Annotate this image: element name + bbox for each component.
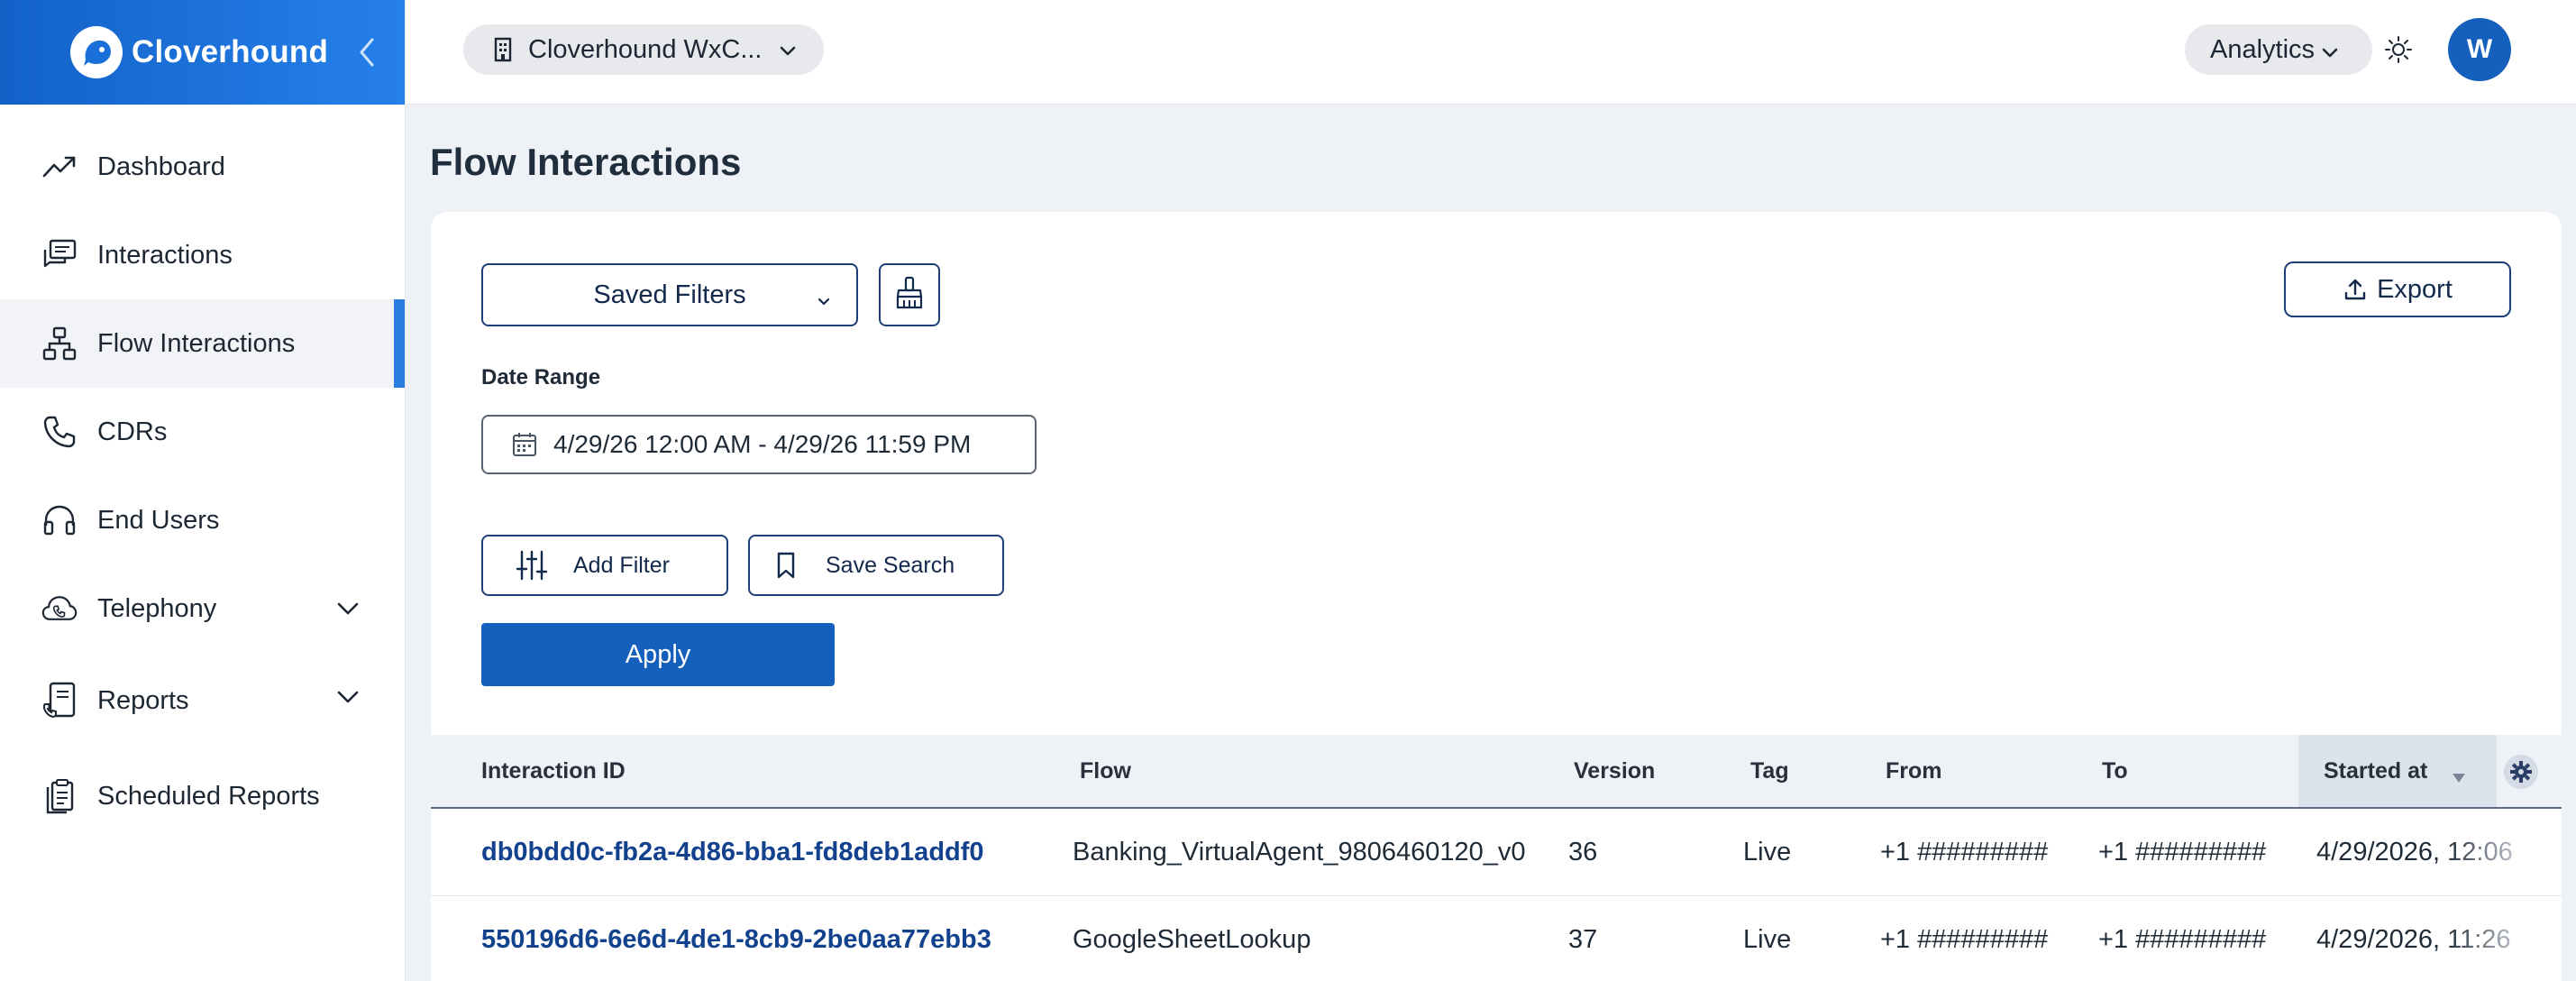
export-label: Export	[2377, 274, 2453, 304]
table-row[interactable]: db0bdd0c-fb2a-4d86-bba1-fd8deb1addf0 Ban…	[431, 809, 2562, 896]
sidebar: Cloverhound Dashboard Interactions Flow …	[0, 0, 406, 981]
column-header-to[interactable]: To	[2102, 735, 2128, 807]
phone-icon	[41, 414, 78, 450]
interaction-id-link[interactable]: 550196d6-6e6d-4de1-8cb9-2be0aa77ebb3	[481, 896, 991, 981]
started-at-cell: 4/29/2026, 12:06	[2316, 809, 2524, 895]
sliders-icon	[516, 549, 548, 582]
chevron-down-icon	[2320, 40, 2340, 60]
headset-icon	[41, 502, 78, 538]
flow-tree-icon	[41, 325, 78, 362]
organization-switcher[interactable]: Cloverhound WxC...	[463, 24, 824, 75]
sidebar-item-reports[interactable]: Reports	[0, 653, 405, 748]
to-cell: +1 #########	[2098, 837, 2267, 866]
date-range-label: Date Range	[481, 365, 601, 390]
chevron-down-icon[interactable]	[334, 683, 361, 711]
from-cell: +1 #########	[1880, 837, 2049, 866]
sort-descending-icon	[2451, 765, 2467, 783]
sidebar-item-flow-interactions[interactable]: Flow Interactions	[0, 299, 405, 388]
collapse-sidebar-icon[interactable]	[354, 36, 379, 69]
gear-icon[interactable]	[2504, 755, 2538, 789]
chevron-down-icon[interactable]	[334, 595, 361, 622]
trend-up-icon	[41, 149, 78, 185]
column-header-tag[interactable]: Tag	[1750, 735, 1789, 807]
chevron-down-icon	[777, 39, 799, 60]
saved-filters-dropdown[interactable]: Saved Filters	[481, 263, 858, 326]
sidebar-item-label: Telephony	[97, 593, 217, 623]
sidebar-item-scheduled-reports[interactable]: Scheduled Reports	[0, 748, 405, 844]
sidebar-item-telephony[interactable]: Telephony	[0, 564, 405, 653]
search-card: Saved Filters Export Date Range 4/29/26 …	[431, 212, 2562, 981]
sidebar-item-end-users[interactable]: End Users	[0, 476, 405, 564]
sidebar-item-label: End Users	[97, 505, 220, 535]
date-range-value: 4/29/26 12:00 AM - 4/29/26 11:59 PM	[553, 430, 972, 458]
cloud-phone-icon	[41, 591, 78, 627]
tag-cell: Live	[1743, 837, 1792, 866]
sidebar-item-label: Scheduled Reports	[97, 781, 320, 811]
started-at-cell: 4/29/2026, 11:26	[2316, 896, 2524, 981]
chat-bubbles-icon	[41, 237, 78, 273]
building-icon	[490, 36, 516, 63]
clipboard-icon	[41, 778, 78, 814]
save-search-label: Save Search	[826, 552, 955, 578]
apply-button[interactable]: Apply	[481, 623, 835, 686]
interaction-id-link[interactable]: db0bdd0c-fb2a-4d86-bba1-fd8deb1addf0	[481, 809, 984, 895]
flow-interactions-table: Interaction ID Flow Version Tag From To …	[431, 735, 2562, 981]
flow-cell: Banking_VirtualAgent_9806460120_v0	[1073, 837, 1526, 866]
brand-header[interactable]: Cloverhound	[0, 0, 405, 105]
chevron-down-icon	[815, 288, 833, 306]
column-header-label: Started at	[2324, 757, 2428, 784]
version-cell: 36	[1568, 837, 1598, 866]
cloverhound-logo-icon	[70, 26, 123, 78]
page-title: Flow Interactions	[430, 141, 742, 183]
bookmark-icon	[773, 551, 799, 580]
brand-name: Cloverhound	[132, 34, 329, 69]
from-cell: +1 #########	[1880, 924, 2049, 954]
sidebar-item-label: Flow Interactions	[97, 328, 296, 358]
sidebar-item-label: CDRs	[97, 417, 168, 446]
sidebar-item-label: Reports	[97, 685, 189, 715]
add-filter-button[interactable]: Add Filter	[481, 535, 728, 596]
sidebar-item-label: Dashboard	[97, 151, 225, 181]
add-filter-label: Add Filter	[573, 552, 670, 578]
export-button[interactable]: Export	[2284, 261, 2511, 317]
upload-icon	[2343, 277, 2368, 302]
column-header-started-at[interactable]: Started at	[2298, 735, 2497, 807]
table-row[interactable]: 550196d6-6e6d-4de1-8cb9-2be0aa77ebb3 Goo…	[431, 896, 2562, 981]
avatar[interactable]: W	[2448, 18, 2511, 81]
saved-filters-label: Saved Filters	[593, 280, 746, 309]
column-header-flow[interactable]: Flow	[1080, 735, 1131, 807]
column-header-version[interactable]: Version	[1574, 735, 1655, 807]
analytics-label: Analytics	[2210, 34, 2316, 64]
version-cell: 37	[1568, 924, 1598, 954]
tag-cell: Live	[1743, 924, 1792, 954]
table-header: Interaction ID Flow Version Tag From To …	[431, 735, 2562, 809]
date-range-input[interactable]: 4/29/26 12:00 AM - 4/29/26 11:59 PM	[481, 415, 1037, 474]
analytics-menu-button[interactable]: Analytics	[2185, 24, 2372, 75]
organization-name: Cloverhound WxC...	[528, 34, 763, 64]
save-search-button[interactable]: Save Search	[748, 535, 1004, 596]
column-header-from[interactable]: From	[1886, 735, 1942, 807]
column-header-interaction-id[interactable]: Interaction ID	[481, 735, 626, 807]
top-bar: Cloverhound WxC... Analytics W	[406, 0, 2576, 105]
sidebar-item-cdrs[interactable]: CDRs	[0, 388, 405, 476]
clear-filters-button[interactable]	[879, 263, 940, 326]
to-cell: +1 #########	[2098, 924, 2267, 954]
sidebar-item-dashboard[interactable]: Dashboard	[0, 123, 405, 211]
broom-icon	[893, 275, 926, 316]
sun-icon[interactable]	[2381, 32, 2416, 67]
sidebar-item-interactions[interactable]: Interactions	[0, 211, 405, 299]
sidebar-item-label: Interactions	[97, 240, 233, 270]
calendar-icon	[510, 430, 539, 459]
flow-cell: GoogleSheetLookup	[1073, 924, 1311, 954]
sidebar-nav: Dashboard Interactions Flow Interactions…	[0, 105, 405, 844]
report-phone-icon	[41, 682, 78, 719]
